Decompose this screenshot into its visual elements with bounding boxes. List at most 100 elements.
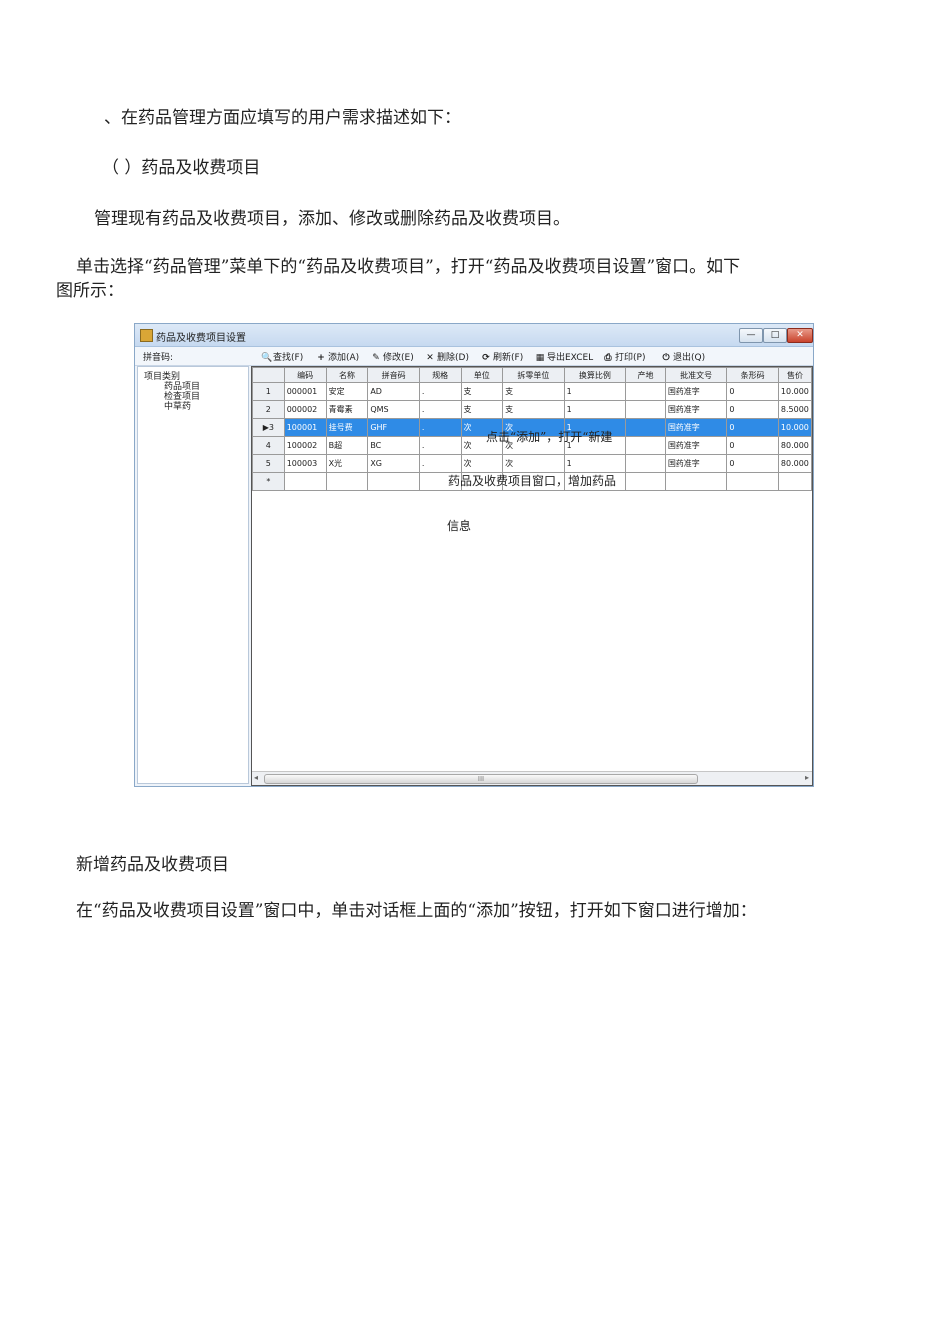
table-cell[interactable] <box>625 400 666 419</box>
column-header[interactable]: 批准文号 <box>664 367 728 383</box>
toolbar-button-4[interactable]: ⟳ 刷新(F) <box>481 350 523 363</box>
table-cell[interactable]: 0 <box>726 382 779 401</box>
table-cell[interactable]: 0 <box>726 436 779 455</box>
toolbar-button-7[interactable]: ⏻ 退出(Q) <box>661 350 705 363</box>
new-row-icon[interactable]: * <box>252 472 285 491</box>
table-cell-empty[interactable] <box>664 472 728 491</box>
table-cell[interactable] <box>625 454 666 473</box>
toolbar-button-3[interactable]: ✕ 删除(D) <box>425 350 469 363</box>
column-header[interactable]: 拆零单位 <box>502 367 565 383</box>
table-cell-empty[interactable] <box>726 472 779 491</box>
column-header[interactable]: 名称 <box>325 367 369 383</box>
table-cell[interactable]: 挂号费 <box>325 418 369 437</box>
column-header[interactable]: 拼音码 <box>367 367 420 383</box>
table-cell[interactable]: 8.5000 <box>777 400 812 419</box>
row-header[interactable]: 4 <box>252 436 285 455</box>
table-cell[interactable]: 国药准字 <box>664 418 728 437</box>
table-cell-empty[interactable] <box>367 472 420 491</box>
table-cell[interactable] <box>625 382 666 401</box>
tree-item[interactable]: 中草药 <box>164 399 191 412</box>
column-header[interactable]: 产地 <box>625 367 666 383</box>
horizontal-scrollbar[interactable]: ◂ III ▸ <box>252 771 812 785</box>
table-cell[interactable]: 0 <box>726 418 779 437</box>
table-cell[interactable]: 青霉素 <box>325 400 369 419</box>
table-cell[interactable]: 10.000 <box>777 382 812 401</box>
row-header[interactable]: 1 <box>252 382 285 401</box>
toolbar-button-label: 打印(P) <box>615 353 646 363</box>
close-button[interactable]: ✕ <box>787 328 813 343</box>
window-title: 药品及收费项目设置 <box>156 333 246 344</box>
toolbar-button-2[interactable]: ✎ 修改(E) <box>371 350 414 363</box>
table-cell[interactable]: XG <box>367 454 420 473</box>
table-cell[interactable]: 支 <box>460 382 504 401</box>
toolbar-button-5[interactable]: ▦ 导出EXCEL <box>535 350 593 363</box>
maximize-button[interactable]: □ <box>763 328 787 343</box>
table-cell[interactable]: GHF <box>367 418 420 437</box>
table-cell[interactable]: 80.000 <box>777 454 812 473</box>
table-cell[interactable]: 次 <box>502 454 565 473</box>
row-header[interactable]: ▶3 <box>252 418 285 437</box>
column-header[interactable] <box>252 367 285 383</box>
table-row[interactable]: 2 000002 青霉素 QMS. 支支 1 国药准字 0 8.5000 <box>252 400 812 419</box>
column-header[interactable]: 编码 <box>283 367 327 383</box>
table-cell[interactable]: . <box>418 418 462 437</box>
table-cell[interactable]: AD <box>367 382 420 401</box>
table-cell[interactable]: . <box>418 400 462 419</box>
table-cell[interactable]: 000001 <box>283 382 327 401</box>
table-cell[interactable]: 100003 <box>283 454 327 473</box>
table-cell[interactable]: 支 <box>502 382 565 401</box>
table-cell[interactable]: 支 <box>502 400 565 419</box>
table-cell[interactable]: 10.000 <box>777 418 812 437</box>
table-cell-empty[interactable] <box>283 472 327 491</box>
table-row[interactable]: 1 000001 安定 AD. 支支 1 国药准字 0 10.000 <box>252 382 812 401</box>
table-cell[interactable]: 1 <box>563 454 627 473</box>
scroll-left-icon[interactable]: ◂ <box>254 773 258 782</box>
table-cell-empty[interactable] <box>325 472 369 491</box>
table-cell[interactable]: 安定 <box>325 382 369 401</box>
toolbar-button-label: 添加(A) <box>328 353 360 363</box>
column-header[interactable]: 售价 <box>777 367 812 383</box>
column-header[interactable]: 单位 <box>460 367 504 383</box>
table-cell[interactable]: BC <box>367 436 420 455</box>
search-icon: 🔍 <box>261 353 273 363</box>
scroll-thumb[interactable]: III <box>264 774 698 784</box>
table-cell[interactable]: 1 <box>563 382 627 401</box>
table-cell[interactable]: 100001 <box>283 418 327 437</box>
table-cell[interactable]: 0 <box>726 454 779 473</box>
table-cell[interactable]: X光 <box>325 454 369 473</box>
table-cell[interactable]: B超 <box>325 436 369 455</box>
column-header[interactable]: 换算比例 <box>563 367 627 383</box>
toolbar-button-1[interactable]: + 添加(A) <box>316 350 359 363</box>
table-cell[interactable]: 000002 <box>283 400 327 419</box>
column-header[interactable]: 条形码 <box>726 367 779 383</box>
table-cell-empty[interactable] <box>625 472 666 491</box>
table-cell[interactable] <box>625 418 666 437</box>
minimize-button[interactable]: — <box>739 328 763 343</box>
table-cell[interactable]: 国药准字 <box>664 382 728 401</box>
row-header[interactable]: 2 <box>252 400 285 419</box>
table-cell[interactable]: 国药准字 <box>664 454 728 473</box>
table-cell[interactable]: 100002 <box>283 436 327 455</box>
table-cell[interactable]: 1 <box>563 400 627 419</box>
table-cell[interactable]: . <box>418 454 462 473</box>
table-cell[interactable]: 次 <box>460 454 504 473</box>
toolbar-button-0[interactable]: 🔍查找(F) <box>261 350 303 363</box>
scroll-right-icon[interactable]: ▸ <box>805 773 809 782</box>
table-row[interactable]: 5 100003 X光 XG. 次次 1 国药准字 0 80.000 <box>252 454 812 473</box>
table-cell[interactable]: 80.000 <box>777 436 812 455</box>
table-cell[interactable]: . <box>418 382 462 401</box>
table-cell[interactable] <box>625 436 666 455</box>
title-bar[interactable]: 药品及收费项目设置 — □ ✕ <box>135 324 813 347</box>
row-header[interactable]: 5 <box>252 454 285 473</box>
table-cell[interactable]: QMS <box>367 400 420 419</box>
table-cell[interactable]: 国药准字 <box>664 400 728 419</box>
toolbar-button-label: 查找(F) <box>273 353 304 363</box>
table-cell[interactable]: . <box>418 436 462 455</box>
column-header[interactable]: 规格 <box>418 367 462 383</box>
table-cell[interactable]: 国药准字 <box>664 436 728 455</box>
toolbar-button-6[interactable]: ⎙ 打印(P) <box>603 350 645 363</box>
table-cell[interactable]: 支 <box>460 400 504 419</box>
table-cell[interactable]: 0 <box>726 400 779 419</box>
row-number: 4 <box>265 441 271 450</box>
table-cell-empty[interactable] <box>777 472 812 491</box>
